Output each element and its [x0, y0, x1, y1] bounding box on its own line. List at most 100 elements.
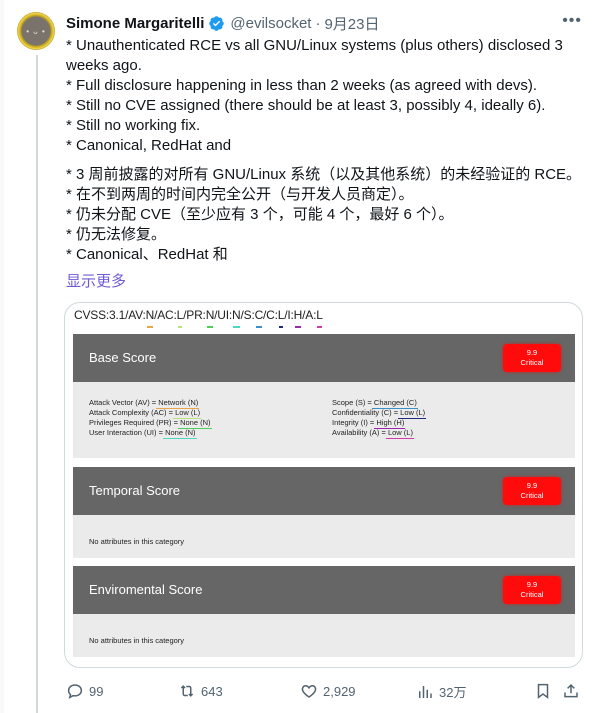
vector-key: /I: — [284, 308, 294, 322]
tweet-text-translation: * 3 周前披露的对所有 GNU/Linux 系统（以及其他系统）的未经验证的 … — [66, 165, 586, 265]
metric-value: Low (L) — [385, 428, 414, 439]
section-title: Enviromental Score — [89, 582, 203, 597]
metric-row: Privileges Required (PR) = None (N) — [89, 418, 212, 429]
metric-label: Privileges Required (PR) = — [89, 418, 181, 427]
share-icon — [564, 683, 578, 698]
metrics-left: Attack Vector (AV) = Network (N) Attack C… — [89, 398, 212, 439]
avatar[interactable]: • ᴗ • — [17, 12, 55, 50]
show-more-link[interactable]: 显示更多 — [66, 270, 126, 291]
metric-underline-mark — [163, 437, 197, 439]
metric-value: High (H) — [374, 418, 406, 429]
severity-badge: 9.9 Critical — [503, 477, 561, 505]
tweet-text-english: * Unauthenticated RCE vs all GNU/Linux s… — [66, 36, 586, 156]
no-attributes-note: No attributes in this category — [89, 636, 185, 645]
section-title: Temporal Score — [89, 483, 181, 498]
bookmark-button[interactable] — [534, 682, 552, 700]
metric-label: Attack Complexity (AC) = — [89, 408, 176, 417]
metric-value: Low (L) — [398, 408, 427, 419]
tweet-line: * Unauthenticated RCE vs all GNU/Linux s… — [66, 37, 563, 54]
vector-underline-mark — [317, 326, 322, 328]
tweet-header: Simone Margaritelli @evilsocket · 9月23日 … — [66, 12, 588, 34]
metric-label: User Interaction (UI) = — [89, 428, 166, 437]
score-value: 9.9 — [526, 348, 538, 357]
tweet-line: * 仍未分配 CVE（至少应有 3 个，可能 4 个，最好 6 个）。 — [66, 206, 454, 223]
cvss-image-card[interactable]: CVSS:3.1/AV:N/AC:L/PR:N/UI:N/S:C/C:L/I:H… — [64, 302, 583, 668]
tweet-line: * Still no CVE assigned (there should be… — [66, 97, 546, 114]
share-button[interactable] — [562, 682, 580, 700]
tweet-line: * 3 周前披露的对所有 GNU/Linux 系统（以及其他系统）的未经验证的 … — [66, 166, 582, 183]
like-count: 2,929 — [323, 683, 356, 699]
cvss-vector-string: CVSS:3.1/AV:N/AC:L/PR:N/UI:N/S:C/C:L/I:H… — [74, 308, 323, 328]
retweet-icon — [180, 685, 194, 697]
vector-value: N — [232, 308, 241, 328]
metric-row: Integrity (I) = High (H) — [332, 418, 425, 429]
avatar-image-icon: • ᴗ • — [26, 26, 46, 36]
tweet-line: weeks ago. — [66, 57, 142, 74]
views-chart-icon — [419, 685, 432, 698]
thread-line — [36, 55, 38, 713]
vector-underline-mark — [278, 326, 284, 328]
vector-underline-mark — [294, 326, 302, 328]
vector-value: L — [316, 308, 323, 328]
metric-label: Confidentiality (C) = — [332, 408, 401, 417]
tweet-line: * 仍无法修复。 — [66, 226, 167, 243]
section-header: Enviromental Score 9.9 Critical — [73, 566, 575, 614]
section-header: Base Score 9.9 Critical — [73, 334, 575, 382]
metric-label: Integrity (I) = — [332, 418, 377, 427]
vector-key: /A: — [302, 308, 317, 322]
metric-value: Low (L) — [173, 408, 202, 419]
metric-value: Changed (C) — [371, 398, 418, 409]
environmental-score-section: Enviromental Score 9.9 Critical No attri… — [73, 566, 575, 657]
vector-key: /UI: — [214, 308, 233, 322]
base-score-section: Base Score 9.9 Critical Attack Vector (A… — [73, 334, 575, 458]
metric-label: Scope (S) = — [332, 398, 374, 407]
vector-value: N — [206, 308, 214, 328]
metric-row: Confidentiality (C) = Low (L) — [332, 408, 427, 419]
metric-row: Scope (S) = Changed (C) — [332, 398, 425, 409]
verified-badge-icon — [208, 15, 225, 32]
vector-key: /PR: — [183, 308, 206, 322]
tweet-date[interactable]: 9月23日 — [324, 13, 379, 34]
temporal-score-section: Temporal Score 9.9 Critical No attribute… — [73, 467, 575, 558]
section-header: Temporal Score 9.9 Critical — [73, 467, 575, 515]
metric-row: Attack Complexity (AC) = Low (L) — [89, 408, 211, 419]
tweet-line: * Still no working fix. — [66, 117, 201, 134]
tweet-line: * Canonical, RedHat and — [66, 137, 232, 154]
reply-button[interactable]: 99 — [66, 682, 103, 700]
score-value: 9.9 — [526, 481, 538, 490]
tweet-line: * Full disclosure happening in less than… — [66, 77, 538, 94]
tweet-line: * 在不到两周的时间内完全公开（与开发人员商定）。 — [66, 186, 414, 203]
more-icon[interactable]: ••• — [562, 12, 582, 30]
metric-value: None (N) — [178, 418, 212, 429]
reply-icon — [67, 684, 83, 699]
views-button[interactable]: 32万 — [416, 682, 466, 701]
vector-key: /C: — [263, 308, 278, 322]
severity-badge: 9.9 Critical — [503, 576, 561, 604]
vector-underline-mark — [146, 326, 154, 328]
handle[interactable]: @evilsocket — [230, 15, 311, 32]
metric-row: Attack Vector (AV) = Network (N) — [89, 398, 211, 409]
metrics-right: Scope (S) = Changed (C) Confidentiality (… — [332, 398, 427, 439]
vector-underline-mark — [206, 326, 214, 328]
vector-key: CVSS:3.1/AV: — [74, 308, 146, 322]
bookmark-icon — [537, 683, 549, 699]
like-button[interactable]: 2,929 — [300, 682, 356, 700]
section-title: Base Score — [89, 350, 157, 365]
section-body: No attributes in this category — [73, 515, 575, 558]
metric-label: Attack Vector (AV) = — [89, 398, 159, 407]
severity-label: Critical — [520, 590, 544, 599]
severity-label: Critical — [520, 358, 544, 367]
separator: · — [315, 14, 321, 32]
vector-underline-mark — [177, 326, 183, 328]
metric-label: Availability (A) = — [332, 428, 388, 437]
retweet-button[interactable]: 643 — [178, 682, 223, 700]
heart-icon — [301, 684, 317, 698]
tweet-line: * Canonical、RedHat 和 — [66, 246, 228, 263]
display-name[interactable]: Simone Margaritelli — [66, 15, 204, 32]
vector-underline-mark — [233, 326, 240, 328]
retweet-count: 643 — [201, 683, 223, 699]
metric-row: Availability (A) = Low (L) — [332, 428, 425, 439]
vector-value: H — [294, 308, 302, 328]
section-body: No attributes in this category — [73, 614, 575, 657]
tweet-actions: 99 643 2,929 32万 — [66, 682, 586, 702]
